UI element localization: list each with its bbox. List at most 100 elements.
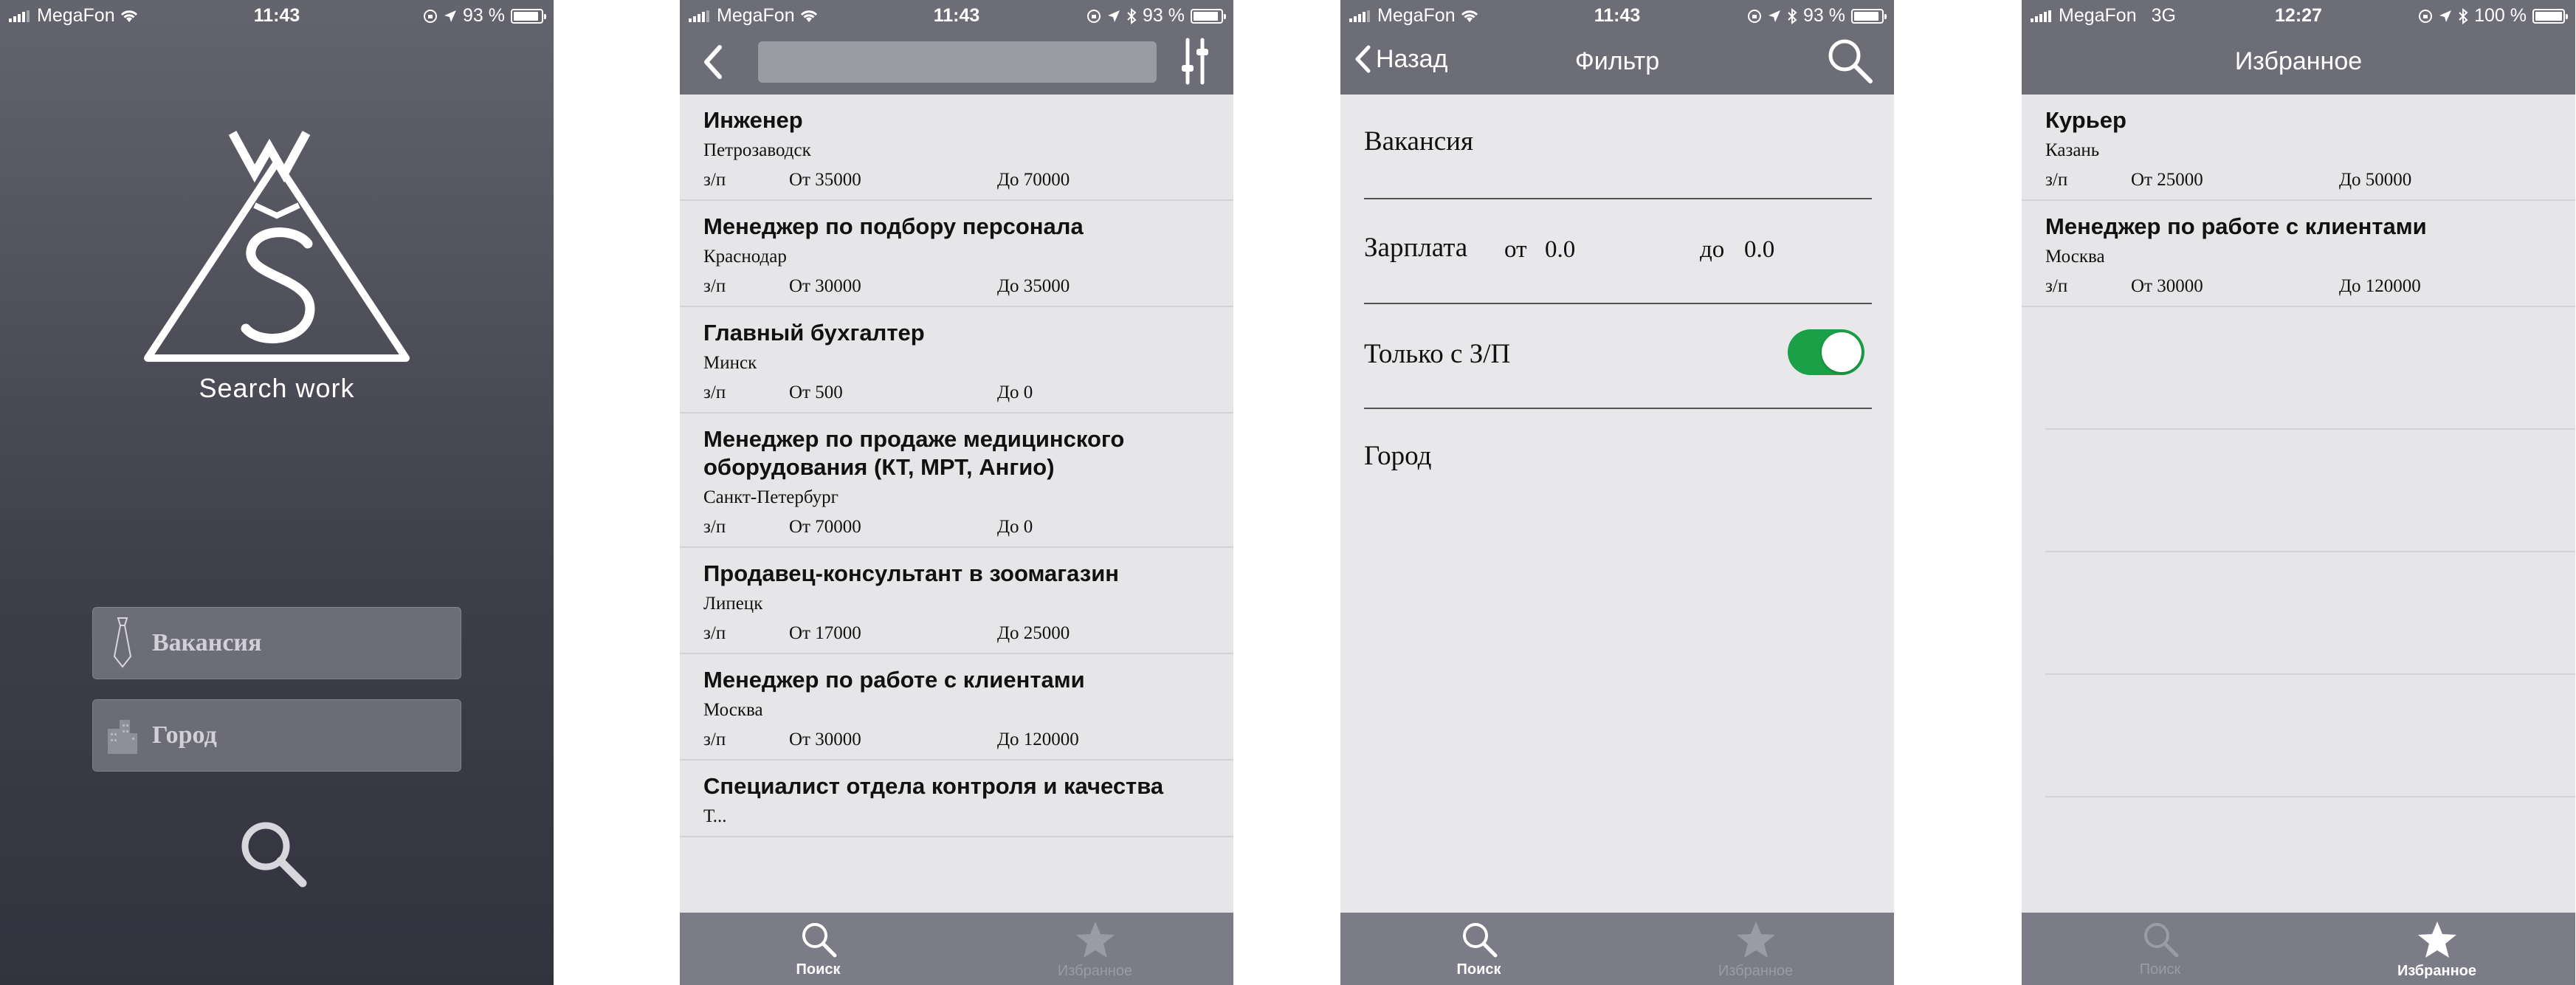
salary-label: з/п — [703, 730, 726, 749]
status-bar: MegaFon 3G 12:27 100 % — [2022, 0, 2575, 30]
salary-to: До 50000 — [2339, 170, 2412, 190]
salary-from: От 30000 — [2131, 276, 2203, 296]
salary-to: До 120000 — [997, 730, 1079, 749]
salary-from: От 25000 — [2131, 170, 2203, 190]
tab-favorites[interactable]: Избранное — [957, 913, 1233, 985]
only-salary-row: Только с З/П — [1364, 304, 1872, 409]
job-city: Москва — [2045, 247, 2105, 267]
back-label: Назад — [1376, 44, 1448, 73]
salary-from: От 17000 — [789, 623, 861, 643]
filter-screen: Фильтр MegaFon 11:43 93 % Назад Вакансия… — [1340, 0, 1894, 985]
status-bar: MegaFon 11:43 93 % — [1340, 0, 1894, 30]
job-title: Менеджер по подбору персонала — [703, 213, 1084, 239]
salary-to: До 25000 — [997, 623, 1070, 643]
lock-rotation-icon — [1087, 9, 1101, 23]
buildings-icon — [93, 717, 152, 754]
salary-to-label: до — [1700, 236, 1725, 263]
location-icon — [1108, 10, 1120, 22]
list-item[interactable]: Курьер Казань з/п От 25000 До 50000 — [2022, 95, 2575, 201]
tab-favorites-label: Избранное — [1057, 963, 1133, 979]
job-city: Минск — [703, 353, 757, 373]
tab-bar: Поиск Избранное — [1340, 913, 1894, 985]
brand-title: Search work — [199, 373, 355, 403]
back-chevron-icon — [1355, 45, 1371, 73]
tab-search-label: Поиск — [1456, 961, 1501, 978]
star-icon — [1736, 921, 1775, 958]
tab-favorites[interactable]: Избранное — [2298, 913, 2575, 985]
city-field[interactable] — [92, 699, 461, 772]
job-title: Менеджер по работе с клиентами — [703, 667, 1085, 693]
job-title: Инженер — [703, 107, 803, 133]
salary-from: От 70000 — [789, 517, 861, 537]
battery-percent: 93 % — [1143, 5, 1185, 26]
vacancy-field[interactable] — [92, 607, 461, 679]
job-title: Главный бухгалтер — [703, 320, 925, 346]
salary-label: з/п — [2045, 170, 2068, 190]
tab-search-label: Поиск — [2139, 961, 2181, 978]
list-item[interactable]: Менеджер по работе с клиентами Москва з/… — [2022, 201, 2575, 307]
salary-to: До 70000 — [997, 170, 1070, 190]
tab-search[interactable]: Поиск — [680, 913, 957, 985]
battery-icon — [1851, 8, 1887, 24]
app-logo — [144, 131, 410, 362]
search-icon — [2143, 923, 2178, 958]
list-item[interactable]: Менеджер по продаже медицинского оборудо… — [680, 413, 1233, 548]
back-chevron-icon[interactable] — [702, 44, 724, 80]
city-input[interactable] — [152, 721, 433, 749]
vacancy-input[interactable] — [152, 629, 433, 657]
salary-label: з/п — [703, 382, 726, 402]
filter-sliders-icon[interactable] — [1179, 37, 1211, 86]
job-city: Казань — [2045, 140, 2100, 160]
salary-from-label: от — [1504, 236, 1527, 263]
status-bar: MegaFon 11:43 93 % — [0, 0, 554, 30]
only-salary-toggle[interactable] — [1788, 329, 1864, 375]
job-city: Петрозаводск — [703, 140, 811, 160]
search-icon[interactable] — [238, 818, 309, 889]
vacancy-list: Инженер Петрозаводск з/п От 35000 До 70000… — [680, 95, 1233, 837]
back-button[interactable]: Назад — [1354, 44, 1447, 74]
job-title: Менеджер по работе с клиентами — [2045, 213, 2427, 239]
salary-to-field[interactable]: 0.0 — [1744, 236, 1774, 264]
search-screen: MegaFon 11:43 93 % Search work — [0, 0, 554, 985]
favorites-list: Курьер Казань з/п От 25000 До 50000 Менедж… — [2022, 95, 2575, 797]
salary-from-field[interactable]: 0.0 — [1545, 236, 1575, 264]
list-item[interactable]: Инженер Петрозаводск з/п От 35000 До 70000 — [680, 95, 1233, 201]
search-icon — [1462, 923, 1497, 958]
tie-icon — [93, 615, 152, 671]
search-icon[interactable] — [1825, 35, 1875, 86]
job-title: Курьер — [2045, 107, 2126, 133]
list-item[interactable]: Менеджер по работе с клиентами Москва з/… — [680, 654, 1233, 761]
salary-label: з/п — [703, 170, 726, 190]
lock-rotation-icon — [1748, 9, 1762, 23]
vacancy-label: Вакансия — [1364, 126, 1473, 157]
vacancy-filter-row[interactable]: Вакансия — [1364, 95, 1872, 199]
list-item[interactable]: Главный бухгалтер Минск з/п От 500 До 0 — [680, 307, 1233, 413]
salary-from: От 500 — [789, 382, 843, 402]
search-icon — [802, 923, 836, 958]
job-title: Продавец-консультант в зоомагазин — [703, 560, 1119, 586]
city-filter-row[interactable]: Город — [1364, 409, 1872, 514]
tab-favorites[interactable]: Избранное — [1617, 913, 1894, 985]
tab-search-label: Поиск — [796, 961, 841, 978]
location-icon — [1769, 10, 1781, 22]
battery-icon — [2532, 8, 2568, 24]
location-icon — [444, 10, 457, 22]
empty-row — [2045, 430, 2575, 552]
tab-bar: Поиск Избранное — [2022, 913, 2575, 985]
tab-favorites-label: Избранное — [2397, 963, 2476, 979]
tab-search[interactable]: Поиск — [1340, 913, 1617, 985]
bluetooth-icon — [2459, 7, 2468, 24]
salary-label: з/п — [703, 623, 726, 643]
salary-label: Зарплата — [1364, 233, 1468, 263]
only-salary-label: Только с З/П — [1364, 339, 1511, 369]
list-item[interactable]: Продавец-консультант в зоомагазин Липецк… — [680, 548, 1233, 654]
list-item[interactable]: Специалист отдела контроля и качества Т.… — [680, 761, 1233, 837]
lock-rotation-icon — [2419, 9, 2433, 23]
job-city: Краснодар — [703, 247, 787, 267]
job-title: Менеджер по продаже медицинского оборудо… — [703, 426, 1125, 480]
list-item[interactable]: Менеджер по подбору персонала Краснодар … — [680, 201, 1233, 307]
search-input[interactable] — [758, 41, 1157, 83]
job-title: Специалист отдела контроля и качества — [703, 773, 1164, 799]
job-city: Москва — [703, 700, 763, 720]
tab-search[interactable]: Поиск — [2022, 913, 2298, 985]
